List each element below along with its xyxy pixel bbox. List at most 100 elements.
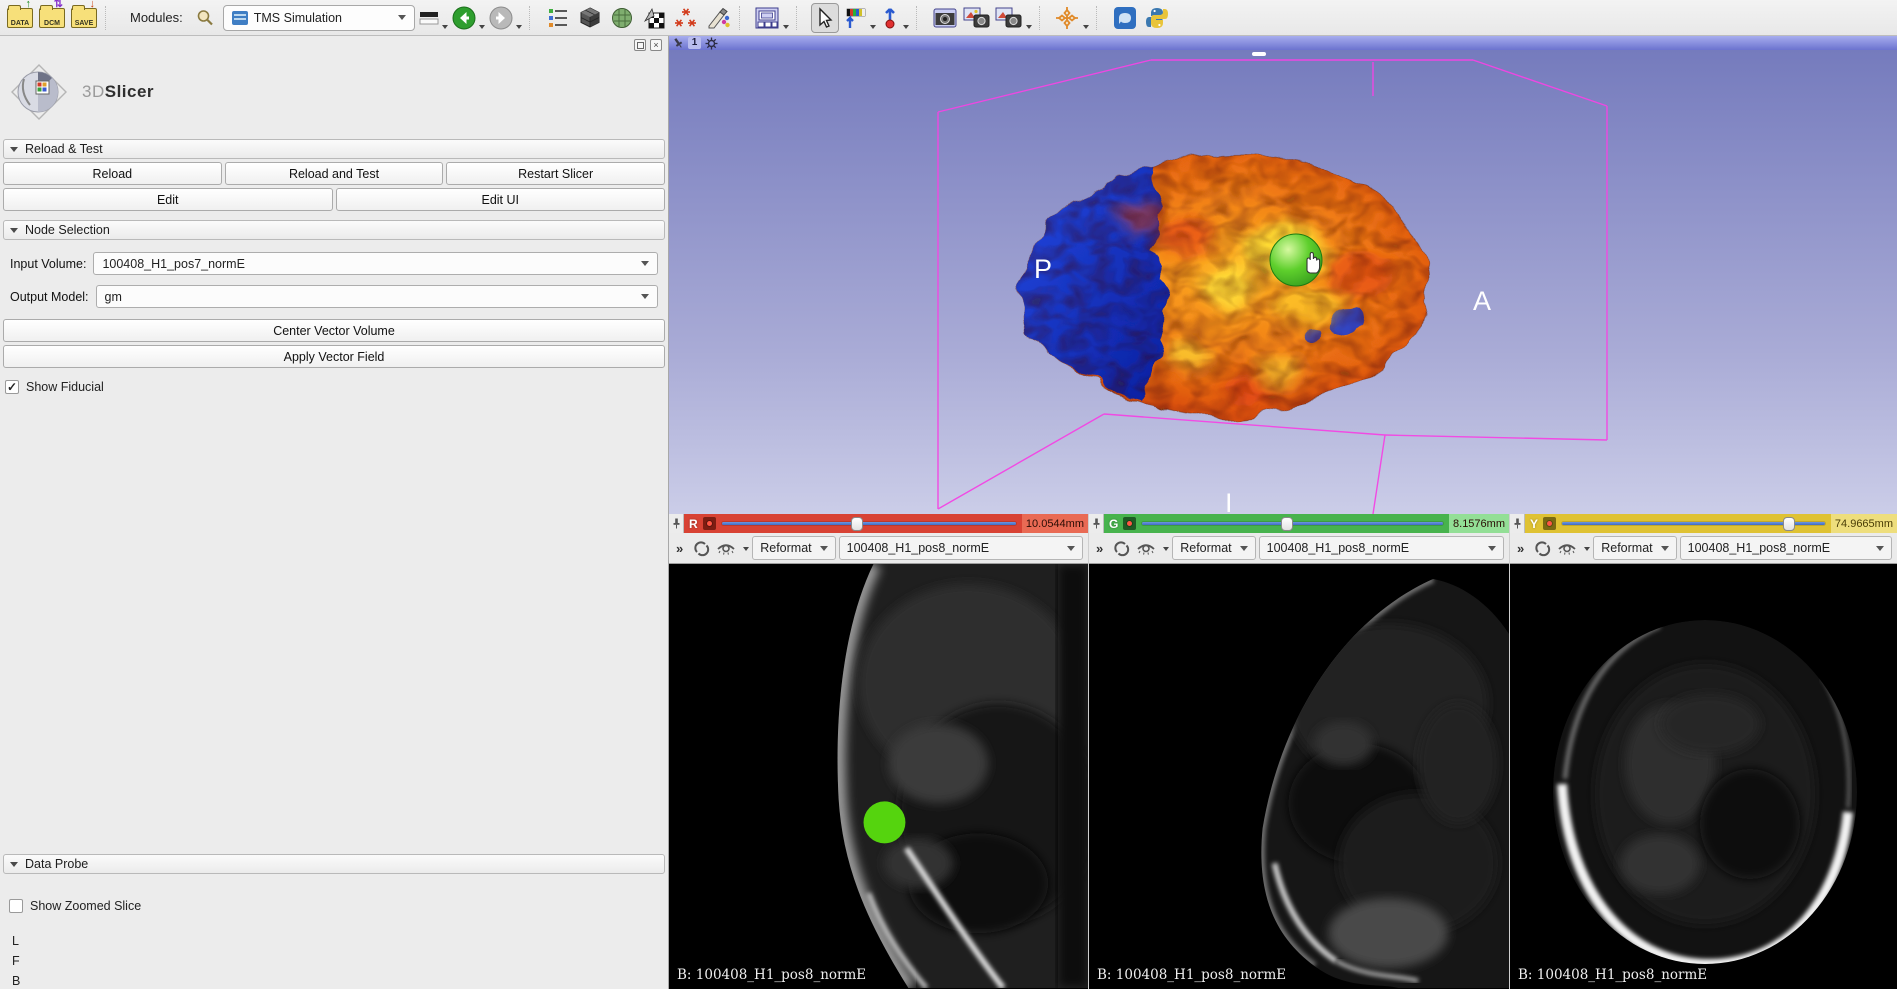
- link-views-button[interactable]: [1531, 537, 1553, 559]
- expand-chevron-button[interactable]: »: [672, 541, 687, 556]
- output-model-selector[interactable]: gm: [96, 285, 658, 308]
- markups-module-button[interactable]: [672, 3, 700, 33]
- chevron-down-icon[interactable]: [1584, 547, 1590, 551]
- show-fiducial-checkbox[interactable]: ✓: [5, 380, 19, 394]
- collapse-triangle-icon: [10, 862, 18, 867]
- center-vector-volume-button[interactable]: Center Vector Volume: [3, 319, 665, 342]
- data-module-button[interactable]: [576, 3, 604, 33]
- load-data-button[interactable]: ↑DATA: [6, 3, 34, 33]
- slider-track: [722, 522, 1016, 525]
- editor-module-button[interactable]: [704, 3, 732, 33]
- window-level-tool-button[interactable]: [843, 3, 876, 33]
- slice-visibility-button[interactable]: [1556, 537, 1578, 559]
- section-title: Data Probe: [25, 857, 88, 871]
- extensions-manager-button[interactable]: [1111, 3, 1139, 33]
- scene-camera-icon: [963, 7, 991, 29]
- chevron-down-icon[interactable]: [1163, 547, 1169, 551]
- slice-view-yellow: Y 74.9665mm »: [1510, 514, 1897, 989]
- red-pin-button[interactable]: [669, 514, 684, 533]
- volume-rendering-button[interactable]: [640, 3, 668, 33]
- yellow-slice-toolbar: » Reformat 100408_H1_pos8_no: [1510, 533, 1897, 564]
- models-module-button[interactable]: [608, 3, 636, 33]
- expand-chevron-button[interactable]: »: [1513, 541, 1528, 556]
- green-slice-slider[interactable]: [1142, 514, 1443, 533]
- red-slice-offset-value: 10.0544mm: [1022, 514, 1088, 533]
- toolbar-separator: [1096, 6, 1104, 30]
- orientation-marker-inferior: I: [1225, 488, 1233, 514]
- red-slice-viewport[interactable]: B: 100408_H1_pos8_normE: [669, 564, 1088, 989]
- save-button[interactable]: ↓SAVE: [70, 3, 98, 33]
- edit-button[interactable]: Edit: [3, 188, 333, 211]
- link-views-button[interactable]: [690, 537, 712, 559]
- threed-viewport[interactable]: 1: [669, 36, 1897, 514]
- eye-icon: [1136, 540, 1156, 556]
- expand-chevron-button[interactable]: »: [1092, 541, 1107, 556]
- panel-float-button[interactable]: [634, 39, 646, 51]
- link-icon: [692, 539, 710, 557]
- dcm-import-button[interactable]: ⇅DCM: [38, 3, 66, 33]
- chevron-down-icon: [1876, 546, 1884, 551]
- green-pin-button[interactable]: [1089, 514, 1104, 533]
- red-slice-slider[interactable]: [722, 514, 1016, 533]
- markups-asterisks-icon: [674, 7, 698, 29]
- apply-vector-field-button[interactable]: Apply Vector Field: [3, 345, 665, 368]
- threed-scene[interactable]: P A I: [669, 50, 1897, 514]
- link-views-button[interactable]: [1110, 537, 1132, 559]
- slice-visibility-button[interactable]: [1135, 537, 1157, 559]
- red-orientation-selector[interactable]: Reformat: [752, 536, 835, 560]
- section-data-probe[interactable]: Data Probe: [3, 854, 665, 874]
- pushpin-icon[interactable]: [672, 37, 684, 49]
- show-zoomed-slice-checkbox[interactable]: [9, 899, 23, 913]
- app-logo: 3DSlicer: [0, 53, 668, 137]
- input-volume-value: 100408_H1_pos7_normE: [102, 257, 244, 271]
- slider-handle[interactable]: [1783, 517, 1795, 531]
- restart-slicer-button[interactable]: Restart Slicer: [446, 162, 665, 185]
- yellow-slice-menu-icon[interactable]: [1543, 517, 1556, 530]
- main-toolbar: ↑DATA ⇅DCM ↓SAVE Modules: TMS Simulation: [0, 0, 1897, 36]
- show-fiducial-label: Show Fiducial: [26, 380, 104, 394]
- module-forward-button[interactable]: [489, 3, 522, 33]
- reload-and-test-button[interactable]: Reload and Test: [225, 162, 444, 185]
- view-options-gear-icon[interactable]: [705, 37, 718, 50]
- history-icon: [419, 10, 439, 26]
- yellow-volume-selector[interactable]: 100408_H1_pos8_normE: [1680, 536, 1892, 560]
- red-slice-menu-icon[interactable]: [703, 517, 716, 530]
- module-back-button[interactable]: [452, 3, 485, 33]
- python-console-button[interactable]: [1143, 3, 1171, 33]
- module-history-button[interactable]: [419, 3, 448, 33]
- scene-view-capture-button[interactable]: [963, 3, 991, 33]
- chevron-down-icon: [442, 25, 448, 29]
- cube-icon: [579, 7, 601, 29]
- place-fiducial-button[interactable]: [880, 3, 909, 33]
- module-selector[interactable]: TMS Simulation: [223, 5, 415, 31]
- mouse-interaction-button[interactable]: [811, 3, 839, 33]
- slice-visibility-button[interactable]: [715, 537, 737, 559]
- input-volume-selector[interactable]: 100408_H1_pos7_normE: [93, 252, 658, 275]
- green-orientation-selector[interactable]: Reformat: [1172, 536, 1255, 560]
- green-volume-selector[interactable]: 100408_H1_pos8_normE: [1259, 536, 1504, 560]
- screenshot-button[interactable]: [931, 3, 959, 33]
- yellow-slice-slider[interactable]: [1562, 514, 1825, 533]
- panel-close-button[interactable]: ×: [650, 39, 662, 51]
- slider-handle[interactable]: [851, 517, 863, 531]
- section-reload-test[interactable]: Reload & Test: [3, 139, 665, 159]
- module-selector-value: TMS Simulation: [254, 11, 342, 25]
- yellow-orientation-selector[interactable]: Reformat: [1593, 536, 1676, 560]
- section-node-selection[interactable]: Node Selection: [3, 220, 665, 240]
- layout-selector-button[interactable]: [754, 3, 789, 33]
- green-slice-viewport[interactable]: B: 100408_H1_pos8_normE: [1089, 564, 1509, 989]
- edit-ui-button[interactable]: Edit UI: [336, 188, 666, 211]
- layout-icon: [754, 6, 780, 30]
- crosshair-button[interactable]: [1054, 3, 1089, 33]
- green-slice-menu-icon[interactable]: [1123, 517, 1136, 530]
- reload-button[interactable]: Reload: [3, 162, 222, 185]
- yellow-pin-button[interactable]: [1510, 514, 1525, 533]
- chevron-down-icon[interactable]: [743, 547, 749, 551]
- scene-view-restore-button[interactable]: [995, 3, 1032, 33]
- module-search-button[interactable]: [191, 3, 219, 33]
- red-volume-selector[interactable]: 100408_H1_pos8_normE: [839, 536, 1083, 560]
- pushpin-icon: [1513, 518, 1522, 529]
- module-hierarchy-button[interactable]: [544, 3, 572, 33]
- yellow-slice-viewport[interactable]: B: 100408_H1_pos8_normE: [1510, 564, 1897, 989]
- slider-handle[interactable]: [1281, 517, 1293, 531]
